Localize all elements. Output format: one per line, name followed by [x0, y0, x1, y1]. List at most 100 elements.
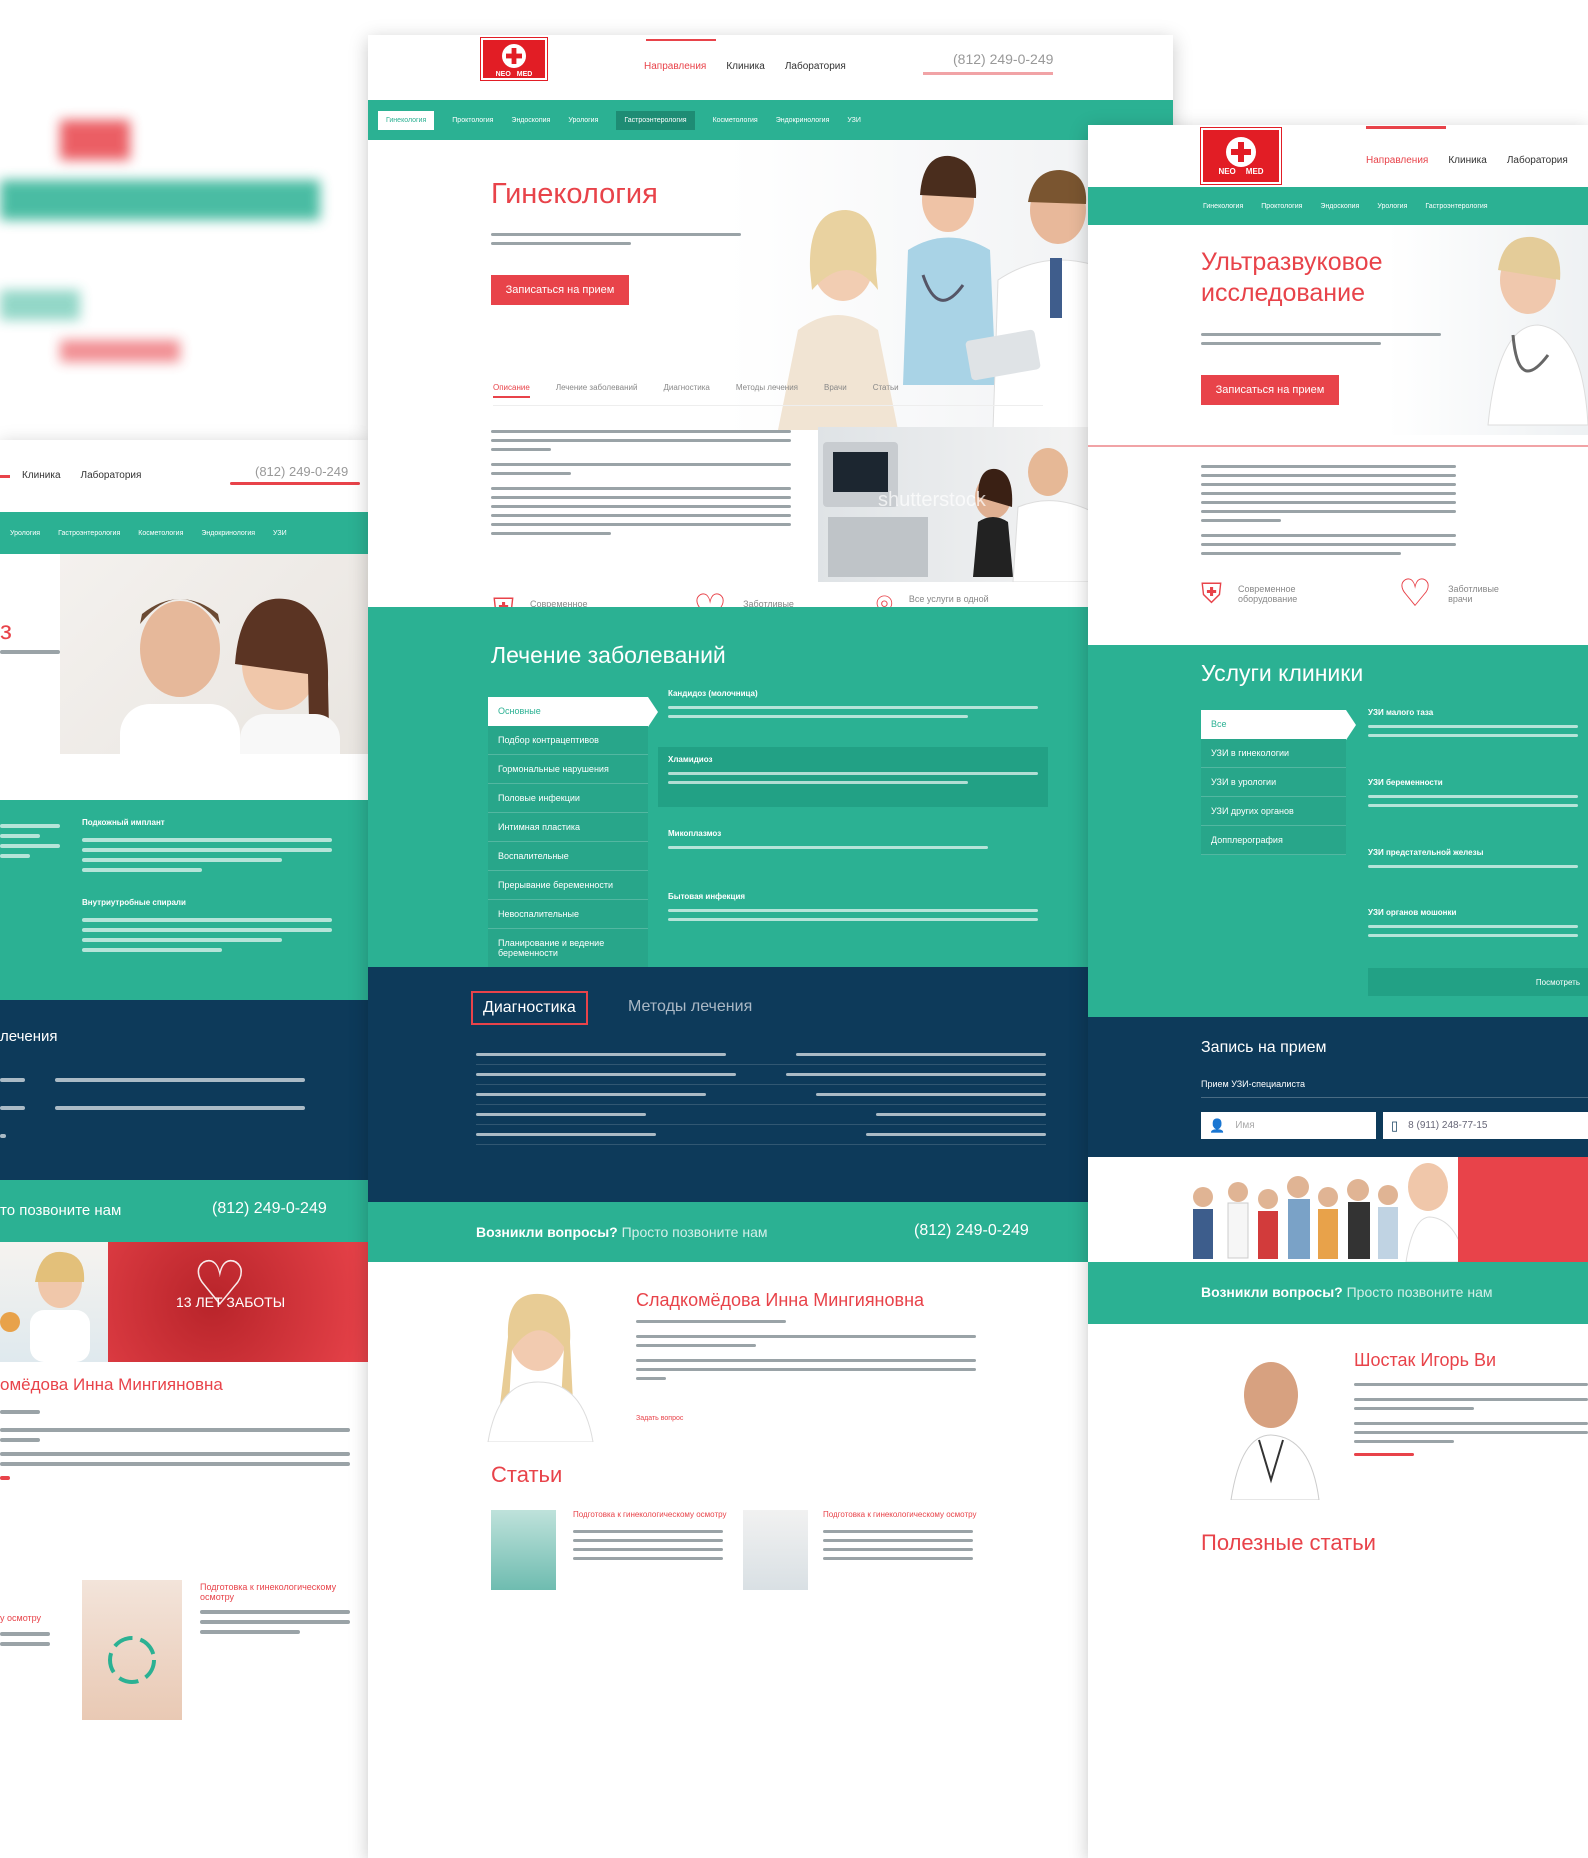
call-bar: Возникли вопросы? Просто позвоните нам: [1088, 1262, 1588, 1324]
subnav-endoscopy[interactable]: Эндоскопия: [511, 117, 550, 124]
site-logo[interactable]: NEO MED: [1201, 128, 1281, 184]
article-photo: [491, 1510, 556, 1590]
subnav-gynecology[interactable]: Гинекология: [378, 110, 435, 130]
tab-methods[interactable]: Методы лечения: [628, 998, 752, 1016]
main-nav: Направления Клиника Лаборатория: [644, 61, 866, 72]
subnav-urology[interactable]: Урология: [1377, 203, 1407, 210]
couple-photo: [60, 554, 368, 794]
service-item[interactable]: УЗИ беременности: [1368, 778, 1578, 813]
treatment-item[interactable]: Хламидиоз: [658, 747, 1048, 807]
treatment-menu-item[interactable]: Планирование и ведение беременности: [488, 929, 648, 968]
name-field[interactable]: 👤 Имя: [1201, 1112, 1376, 1139]
doctor-name: омёдова Инна Мингияновна: [0, 1375, 223, 1394]
subnav-uzi[interactable]: УЗИ: [273, 530, 287, 537]
sub-navigation: Гинекология Проктология Эндоскопия Уроло…: [1088, 187, 1588, 225]
nav-directions[interactable]: Направления: [644, 61, 706, 72]
subnav-gynecology[interactable]: Гинекология: [1203, 203, 1243, 210]
left-page-panel: ▬ Клиника Лаборатория (812) 249-0-249 Ур…: [0, 440, 368, 1858]
subnav-cosmetology[interactable]: Косметология: [138, 530, 183, 537]
right-page-panel: NEO MED Направления Клиника Лаборатория Г…: [1088, 125, 1588, 1858]
shield-icon: ⛨: [1201, 578, 1223, 609]
treatment-item[interactable]: Кандидоз (молочница): [668, 689, 1038, 724]
nav-laboratory[interactable]: Лаборатория: [81, 470, 142, 481]
treatment-section: Лечение заболеваний Основные Подбор конт…: [368, 607, 1173, 968]
page-title: Ультразвуковое исследование: [1201, 248, 1383, 308]
heart-icon: ♡: [1398, 573, 1433, 615]
diagnostics-section: Диагностика Методы лечения: [368, 967, 1173, 1202]
description-text: [491, 430, 791, 541]
service-item[interactable]: УЗИ органов мошонки: [1368, 908, 1578, 943]
subnav-urology[interactable]: Урология: [568, 117, 598, 124]
treatment-item[interactable]: Бытовая инфекция: [668, 892, 1038, 927]
treatment-item[interactable]: Микоплазмоз: [668, 829, 1038, 855]
nav-clinic[interactable]: Клиника: [1448, 155, 1487, 166]
header-phone: (812) 249-0-249: [953, 51, 1054, 67]
site-logo[interactable]: NEO MED: [481, 38, 547, 80]
teal-item-title: Подкожный имплант: [82, 818, 165, 827]
tab-diagnostics[interactable]: Диагностика: [663, 383, 709, 398]
article-link[interactable]: Подготовка к гинекологическому осмотру: [823, 1510, 976, 1519]
user-icon: 👤: [1209, 1117, 1226, 1133]
nav-directions[interactable]: Направления: [1366, 155, 1428, 166]
center-page-panel: NEO MED Направления Клиника Лаборатория (…: [368, 35, 1173, 1858]
nav-clinic[interactable]: Клиника: [22, 470, 61, 481]
subnav-uzi[interactable]: УЗИ: [847, 117, 861, 124]
service-item[interactable]: УЗИ малого таза: [1368, 708, 1578, 743]
main-nav: Направления Клиника Лаборатория: [1366, 155, 1588, 166]
section-title: Услуги клиники: [1201, 660, 1364, 686]
services-menu-item[interactable]: УЗИ в урологии: [1201, 768, 1346, 797]
see-more-button[interactable]: Посмотреть: [1368, 968, 1588, 996]
tab-articles[interactable]: Статьи: [873, 383, 899, 398]
services-menu-item[interactable]: УЗИ других органов: [1201, 797, 1346, 826]
nav-clinic[interactable]: Клиника: [726, 61, 765, 72]
services-menu-item[interactable]: УЗИ в гинекологии: [1201, 739, 1346, 768]
phone-icon: ▯: [1391, 1117, 1399, 1133]
left-call-bar: то позвоните нам (812) 249-0-249: [0, 1180, 368, 1242]
treatment-menu-item[interactable]: Гормональные нарушения: [488, 755, 648, 784]
nav-laboratory[interactable]: Лаборатория: [1507, 155, 1568, 166]
subnav-endocrinology[interactable]: Эндокринология: [201, 530, 255, 537]
page-title: Гинекология: [491, 178, 658, 210]
doctor-photo: [468, 1272, 618, 1443]
phone-field[interactable]: ▯ 8 (911) 248-77-15: [1383, 1112, 1588, 1139]
services-menu-item[interactable]: Допплерография: [1201, 826, 1346, 855]
book-appointment-button[interactable]: Записаться на прием: [1201, 375, 1339, 405]
services-menu-item[interactable]: Все: [1201, 710, 1356, 740]
article-link[interactable]: Подготовка к гинекологическому осмотру: [573, 1510, 726, 1519]
subnav-endocrinology[interactable]: Эндокринология: [776, 117, 830, 124]
call-phone[interactable]: (812) 249-0-249: [914, 1222, 1029, 1240]
tab-methods[interactable]: Методы лечения: [736, 383, 798, 398]
treatment-menu-item[interactable]: Невоспалительные: [488, 900, 648, 929]
sub-navigation: Гинекология Проктология Эндоскопия Уроло…: [368, 100, 1173, 140]
subnav-urology[interactable]: Урология: [10, 530, 40, 537]
subnav-proctology[interactable]: Проктология: [452, 117, 493, 124]
subnav-gastroenterology[interactable]: Гастроэнтерология: [616, 110, 695, 130]
subnav-gastro[interactable]: Гастроэнтерология: [1425, 203, 1487, 210]
nav-laboratory[interactable]: Лаборатория: [785, 61, 846, 72]
booking-section: Запись на прием Прием УЗИ-специалиста 👤 …: [1088, 1017, 1588, 1157]
treatment-menu-item[interactable]: Воспалительные: [488, 842, 648, 871]
subnav-proctology[interactable]: Проктология: [1261, 203, 1302, 210]
services-menu: Все УЗИ в гинекологии УЗИ в урологии УЗИ…: [1201, 710, 1356, 855]
ask-question-link[interactable]: Задать вопрос: [636, 1415, 683, 1422]
articles-title: Статьи: [491, 1462, 563, 1487]
treatment-menu-item[interactable]: Основные: [488, 697, 658, 727]
doctor-name: Сладкомёдова Инна Мингияновна: [636, 1290, 925, 1310]
tab-diagnostics[interactable]: Диагностика: [471, 991, 588, 1025]
book-appointment-button[interactable]: Записаться на прием: [491, 275, 629, 305]
tab-doctors[interactable]: Врачи: [824, 383, 847, 398]
treatment-menu-item[interactable]: Подбор контрацептивов: [488, 726, 648, 755]
call-bar: Возникли вопросы? Просто позвоните нам (…: [368, 1202, 1173, 1262]
treatment-menu-item[interactable]: Прерывание беременности: [488, 871, 648, 900]
doctor-name: Шостак Игорь Ви: [1354, 1350, 1497, 1370]
treatment-menu-item[interactable]: Интимная пластика: [488, 813, 648, 842]
ultrasound-photo: shutterstock: [818, 427, 1108, 583]
subnav-endoscopy[interactable]: Эндоскопия: [1320, 203, 1359, 210]
subnav-cosmetology[interactable]: Косметология: [713, 117, 758, 124]
tab-description[interactable]: Описание: [493, 383, 530, 398]
service-item[interactable]: УЗИ предстательной железы: [1368, 848, 1578, 874]
treatment-menu-item[interactable]: Половые инфекции: [488, 784, 648, 813]
services-section: Услуги клиники Все УЗИ в гинекологии УЗИ…: [1088, 645, 1588, 1017]
tab-treatment[interactable]: Лечение заболеваний: [556, 383, 638, 398]
subnav-gastro[interactable]: Гастроэнтерология: [58, 530, 120, 537]
